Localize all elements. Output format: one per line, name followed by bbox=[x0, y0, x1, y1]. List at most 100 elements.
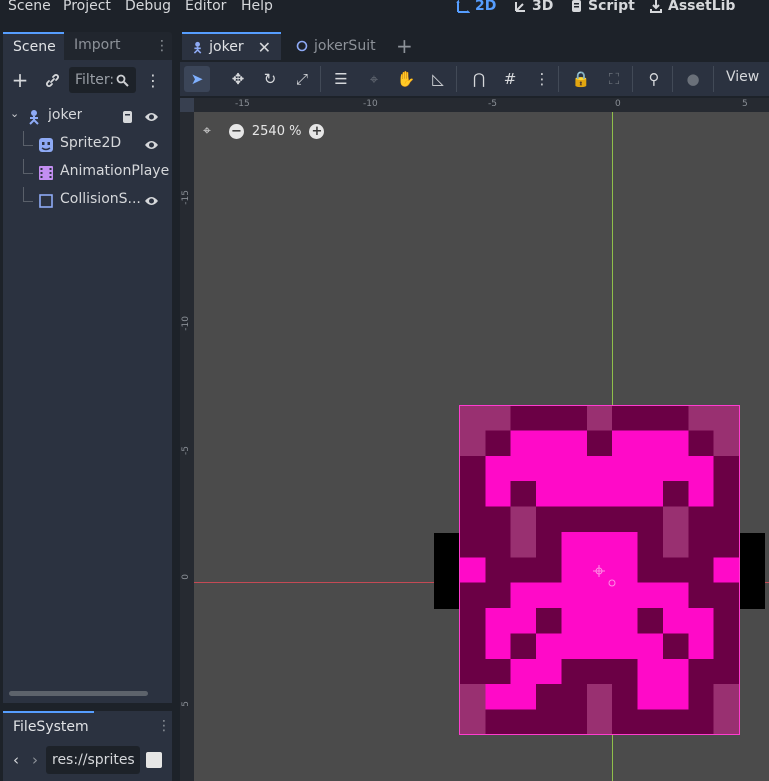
tab-import[interactable]: Import bbox=[64, 32, 130, 60]
plus-icon: + bbox=[396, 34, 413, 58]
ruler-label: -5 bbox=[181, 446, 191, 455]
scene-options-button[interactable]: ⋮ bbox=[145, 69, 161, 91]
tree-item-sprite2d[interactable]: Sprite2D bbox=[6, 131, 170, 159]
camera-override-button[interactable]: ● bbox=[680, 66, 706, 92]
toggle-split-icon[interactable] bbox=[146, 752, 162, 768]
back-button[interactable]: ‹ bbox=[9, 750, 23, 770]
scene-tree: ⌄ joker Sprite2D AnimationPlayer Collisi… bbox=[6, 100, 170, 208]
menu-scene[interactable]: Scene bbox=[8, 0, 51, 14]
assetlib-icon bbox=[650, 0, 662, 13]
menu-help[interactable]: Help bbox=[241, 0, 273, 14]
select-mode-button[interactable]: ➤ bbox=[184, 66, 210, 92]
pan-mode-button[interactable]: ✋ bbox=[393, 66, 419, 92]
tree-guide-line bbox=[23, 159, 24, 173]
skeleton-button[interactable]: ⚲ bbox=[641, 66, 667, 92]
move-mode-button[interactable]: ✥ bbox=[225, 66, 251, 92]
workspace-assetlib-label: AssetLib bbox=[668, 0, 736, 14]
chevron-right-icon: › bbox=[32, 751, 38, 769]
circle-icon bbox=[296, 40, 308, 52]
instance-scene-button[interactable] bbox=[41, 69, 63, 91]
visibility-eye-icon[interactable] bbox=[144, 111, 159, 123]
list-select-button[interactable]: ☰ bbox=[328, 66, 354, 92]
dock-menu-icon[interactable]: ⋮ bbox=[155, 36, 169, 56]
tree-item-label: Sprite2D bbox=[60, 135, 122, 151]
close-icon[interactable]: ✕ bbox=[258, 38, 271, 57]
center-view-icon[interactable]: ⌖ bbox=[203, 123, 211, 139]
ruler-label: 0 bbox=[181, 574, 191, 580]
zoom-level[interactable]: 2540 % bbox=[252, 124, 302, 139]
tab-jokersuit[interactable]: jokerSuit bbox=[286, 32, 386, 60]
collision-shape-right bbox=[740, 533, 765, 609]
rotate-icon: ↻ bbox=[263, 70, 277, 88]
workspace-2d-button[interactable]: 2D bbox=[456, 0, 496, 14]
tree-item-label: AnimationPlayer bbox=[60, 163, 170, 179]
forward-button[interactable]: › bbox=[28, 750, 42, 770]
workspace-3d-label: 3D bbox=[532, 0, 554, 14]
menu-project[interactable]: Project bbox=[63, 0, 111, 14]
ruler-label: -5 bbox=[488, 99, 497, 109]
toolbar-separator bbox=[632, 66, 633, 92]
menu-bar: Scene Project Debug Editor Help 2D 3D Sc… bbox=[0, 0, 769, 24]
view-menu-button[interactable]: View bbox=[726, 69, 759, 85]
toolbar-separator bbox=[558, 66, 559, 92]
workspace-script-button[interactable]: Script bbox=[569, 0, 635, 14]
tree-item-collisionshape[interactable]: CollisionS... bbox=[6, 187, 170, 215]
group-icon: ⛶ bbox=[608, 70, 620, 88]
pivot-mode-button[interactable]: ⌖ bbox=[361, 66, 387, 92]
zoom-controls: ⌖ − 2540 % + bbox=[203, 120, 325, 142]
tree-item-label: joker bbox=[48, 107, 83, 123]
visibility-eye-icon[interactable] bbox=[144, 195, 159, 207]
ruler-label: -15 bbox=[235, 99, 250, 109]
scene-filter-input[interactable]: Filter: bbox=[69, 67, 136, 93]
add-node-button[interactable]: + bbox=[9, 68, 31, 92]
filesystem-path-field[interactable]: res://sprites bbox=[46, 746, 140, 774]
camera-icon: ● bbox=[686, 70, 700, 88]
workspace-3d-button[interactable]: 3D bbox=[513, 0, 553, 14]
workspace-assetlib-button[interactable]: AssetLib bbox=[649, 0, 735, 14]
tab-scene[interactable]: Scene bbox=[3, 32, 64, 60]
tab-joker-label: joker bbox=[209, 39, 244, 55]
scale-mode-button[interactable]: ⤢ bbox=[289, 66, 315, 92]
tree-guide-line bbox=[23, 145, 33, 146]
grid-icon: # bbox=[503, 70, 517, 88]
lock-button[interactable]: 🔒 bbox=[568, 66, 594, 92]
script-attached-icon[interactable] bbox=[121, 110, 134, 124]
scene-tree-scrollbar[interactable] bbox=[9, 691, 148, 696]
toolbar-separator bbox=[456, 66, 457, 92]
filter-placeholder: Filter: bbox=[75, 72, 115, 88]
zoom-in-button[interactable]: + bbox=[309, 123, 325, 139]
new-tab-button[interactable]: + bbox=[386, 32, 423, 60]
toolbar-separator bbox=[713, 66, 714, 92]
menu-debug[interactable]: Debug bbox=[125, 0, 171, 14]
tab-filesystem[interactable]: FileSystem bbox=[3, 711, 94, 741]
tree-item-joker[interactable]: ⌄ joker bbox=[6, 103, 170, 131]
smart-snap-button[interactable]: ⋂ bbox=[466, 66, 492, 92]
pivot-icon: ⌖ bbox=[369, 70, 379, 88]
rotate-mode-button[interactable]: ↻ bbox=[257, 66, 283, 92]
animationplayer-icon bbox=[39, 166, 53, 180]
grid-snap-button[interactable]: # bbox=[497, 66, 523, 92]
2d-icon bbox=[456, 0, 470, 13]
zoom-out-button[interactable]: − bbox=[228, 123, 244, 139]
editor-tab-bar: joker ✕ jokerSuit + bbox=[180, 32, 769, 60]
tree-item-animationplayer[interactable]: AnimationPlayer bbox=[6, 159, 170, 187]
magnet-icon: ⋂ bbox=[472, 70, 486, 88]
ruler-label: 0 bbox=[615, 99, 621, 109]
filesystem-menu-icon[interactable]: ⋮ bbox=[157, 716, 171, 736]
tree-item-label: CollisionS... bbox=[60, 191, 140, 207]
sprite2d-icon bbox=[39, 138, 53, 152]
tab-joker[interactable]: joker ✕ bbox=[182, 32, 281, 60]
snap-options-button[interactable]: ⋮ bbox=[529, 66, 555, 92]
3d-icon bbox=[515, 2, 525, 12]
ruler-mode-button[interactable]: ◺ bbox=[425, 66, 451, 92]
visibility-eye-icon[interactable] bbox=[144, 139, 159, 151]
ruler-horizontal: -15 -10 -5 0 5 bbox=[180, 98, 769, 112]
menu-editor[interactable]: Editor bbox=[185, 0, 226, 14]
plus-icon: + bbox=[11, 68, 29, 92]
collisionshape-icon bbox=[39, 194, 53, 208]
ruler-label: -15 bbox=[181, 190, 191, 205]
chevron-down-icon[interactable]: ⌄ bbox=[10, 107, 19, 120]
ruler-label: 5 bbox=[742, 99, 748, 109]
bone-icon: ⚲ bbox=[648, 70, 660, 88]
group-button[interactable]: ⛶ bbox=[601, 66, 627, 92]
